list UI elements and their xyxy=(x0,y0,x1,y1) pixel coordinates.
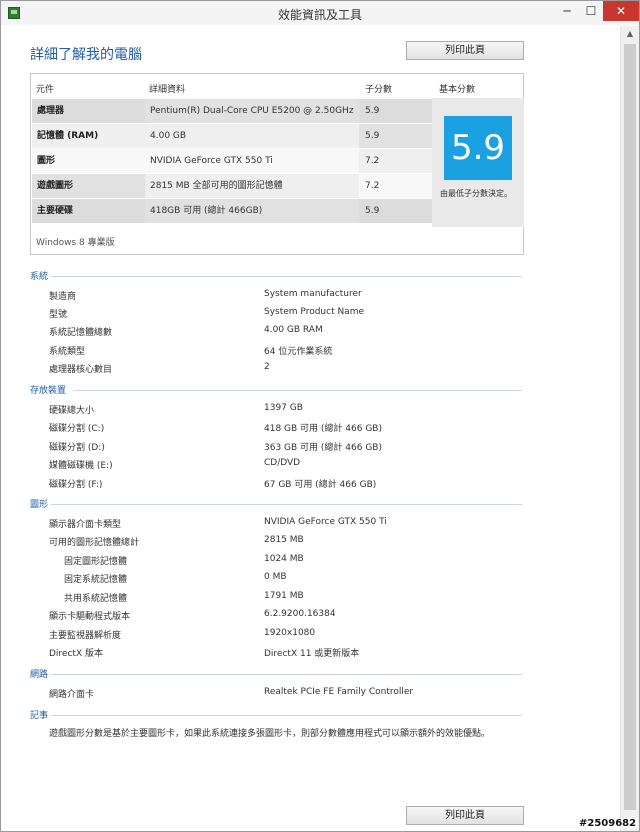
system-label-manufacturer: 製造商 xyxy=(49,292,77,302)
window-title: 效能資訊及工具 xyxy=(277,8,362,22)
vertical-scrollbar[interactable]: ▲ ▼ xyxy=(620,26,639,831)
graphics-label-resolution: 主要監視器解析度 xyxy=(49,631,122,641)
notes-text: 遊戲圖形分數是基於主要圖形卡，如果此系統連接多張圖形卡，則部分數體應用程式可以顯… xyxy=(49,729,491,739)
score-row-cpu: 處理器 Pentium(R) Dual-Core CPU E5200 @ 2.5… xyxy=(32,99,432,123)
storage-value-total: 1397 GB xyxy=(264,403,303,413)
row-label: 主要硬碟 xyxy=(32,199,145,223)
system-label-memory: 系統記憶體總數 xyxy=(49,328,113,338)
graphics-value-shared: 1791 MB xyxy=(264,591,304,601)
graphics-label-system-fixed: 固定系統記憶體 xyxy=(64,575,128,585)
system-value-type: 64 位元作業系統 xyxy=(264,347,333,357)
graphics-label-directx: DirectX 版本 xyxy=(49,649,103,659)
system-value-cores: 2 xyxy=(264,362,270,372)
section-divider xyxy=(51,276,522,277)
storage-label-e: 媒體磁碟機 (E:) xyxy=(49,461,113,471)
row-score: 7.2 xyxy=(359,149,432,173)
scroll-up-icon[interactable]: ▲ xyxy=(621,26,639,42)
row-label: 記憶體 (RAM) xyxy=(32,124,145,148)
row-detail: NVIDIA GeForce GTX 550 Ti xyxy=(145,149,359,173)
graphics-value-total-memory: 2815 MB xyxy=(264,535,304,545)
section-divider xyxy=(51,674,522,675)
system-value-model: System Product Name xyxy=(264,307,365,317)
scroll-thumb[interactable] xyxy=(624,44,636,810)
storage-value-e: CD/DVD xyxy=(264,458,301,468)
section-title-notes: 記事 xyxy=(30,711,49,721)
watermark: #2509682 xyxy=(577,818,639,829)
row-label: 遊戲圖形 xyxy=(32,174,145,198)
title-bar[interactable]: 效能資訊及工具 ─ ☐ ✕ xyxy=(1,1,639,25)
close-button[interactable]: ✕ xyxy=(603,1,639,21)
graphics-label-shared: 共用系統記憶體 xyxy=(64,594,128,604)
system-label-cores: 處理器核心數目 xyxy=(49,365,113,375)
graphics-label-dedicated: 固定圖形記憶體 xyxy=(64,557,128,567)
graphics-label-adapter: 顯示器介面卡類型 xyxy=(49,520,122,530)
graphics-label-total-memory: 可用的圖形記憶體總計 xyxy=(49,538,140,548)
row-label: 處理器 xyxy=(32,99,145,123)
page-title: 詳細了解我的電腦 xyxy=(30,47,142,63)
windows-edition: Windows 8 專業版 xyxy=(36,238,115,248)
graphics-value-directx: DirectX 11 或更新版本 xyxy=(264,649,360,659)
network-label-adapter: 網路介面卡 xyxy=(49,690,95,700)
base-score-note: 由最低子分數決定。 xyxy=(440,189,512,198)
storage-label-f: 磁碟分割 (F:) xyxy=(49,480,103,490)
minimize-button[interactable]: ─ xyxy=(555,1,579,21)
storage-value-c: 418 GB 可用 (總計 466 GB) xyxy=(264,424,382,434)
row-detail: 4.00 GB xyxy=(145,124,359,148)
base-score-tile: 5.9 xyxy=(444,116,512,180)
maximize-button[interactable]: ☐ xyxy=(579,1,603,21)
storage-value-d: 363 GB 可用 (總計 466 GB) xyxy=(264,443,382,453)
base-score-panel: 5.9 由最低子分數決定。 xyxy=(432,98,524,227)
system-label-model: 型號 xyxy=(49,310,68,320)
system-value-memory: 4.00 GB RAM xyxy=(264,325,323,335)
section-title-system: 系統 xyxy=(30,272,49,282)
section-title-graphics: 圖形 xyxy=(30,500,49,510)
section-divider xyxy=(73,390,522,391)
print-page-button-bottom[interactable]: 列印此頁 xyxy=(406,806,524,825)
header-subscore: 子分數 xyxy=(365,85,393,95)
row-score: 5.9 xyxy=(359,99,432,123)
row-detail: Pentium(R) Dual-Core CPU E5200 @ 2.50GHz xyxy=(145,99,359,123)
score-row-graphics: 圖形 NVIDIA GeForce GTX 550 Ti 7.2 xyxy=(32,149,432,173)
score-row-primary-disk: 主要硬碟 418GB 可用 (總計 466GB) 5.9 xyxy=(32,199,432,223)
row-label: 圖形 xyxy=(32,149,145,173)
system-value-manufacturer: System manufacturer xyxy=(264,289,362,299)
score-table: 元件 詳細資料 子分數 基本分數 處理器 Pentium(R) Dual-Cor… xyxy=(30,73,524,255)
graphics-value-dedicated: 1024 MB xyxy=(264,554,304,564)
section-title-storage: 存放裝置 xyxy=(30,386,67,396)
header-details: 詳細資料 xyxy=(149,85,186,95)
header-base-score: 基本分數 xyxy=(439,85,476,95)
system-label-type: 系統類型 xyxy=(49,347,86,357)
network-value-adapter: Realtek PCIe FE Family Controller xyxy=(264,687,414,697)
section-title-network: 網路 xyxy=(30,670,49,680)
row-score: 5.9 xyxy=(359,124,432,148)
graphics-value-driver: 6.2.9200.16384 xyxy=(264,609,336,619)
row-score: 5.9 xyxy=(359,199,432,223)
section-divider xyxy=(51,715,522,716)
score-row-gaming-graphics: 遊戲圖形 2815 MB 全部可用的圖形記憶體 7.2 xyxy=(32,174,432,198)
header-component: 元件 xyxy=(36,85,55,95)
performance-window: 效能資訊及工具 ─ ☐ ✕ ▲ ▼ 詳細了解我的電腦 列印此頁 元件 詳細資料 … xyxy=(0,0,640,832)
print-page-button-top[interactable]: 列印此頁 xyxy=(406,41,524,60)
row-detail: 2815 MB 全部可用的圖形記憶體 xyxy=(145,174,359,198)
storage-label-d: 磁碟分割 (D:) xyxy=(49,443,105,453)
score-row-memory: 記憶體 (RAM) 4.00 GB 5.9 xyxy=(32,124,432,148)
section-divider xyxy=(51,504,522,505)
graphics-value-resolution: 1920x1080 xyxy=(264,628,316,638)
graphics-value-adapter: NVIDIA GeForce GTX 550 Ti xyxy=(264,517,387,527)
storage-value-f: 67 GB 可用 (總計 466 GB) xyxy=(264,480,377,490)
graphics-value-system-fixed: 0 MB xyxy=(264,572,287,582)
graphics-label-driver: 顯示卡驅動程式版本 xyxy=(49,612,131,622)
row-detail: 418GB 可用 (總計 466GB) xyxy=(145,199,359,223)
storage-label-c: 磁碟分割 (C:) xyxy=(49,424,105,434)
storage-label-total: 硬碟總大小 xyxy=(49,406,95,416)
row-score: 7.2 xyxy=(359,174,432,198)
